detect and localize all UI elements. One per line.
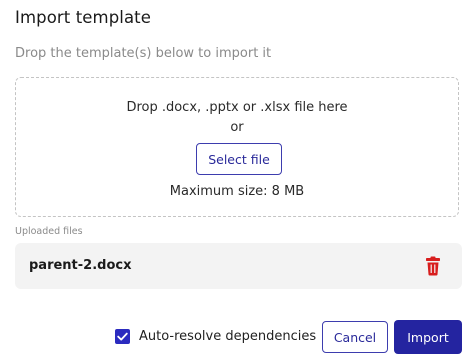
dropzone-or-text: or bbox=[230, 120, 244, 135]
file-name: parent-2.docx bbox=[29, 258, 132, 273]
import-button[interactable]: Import bbox=[394, 320, 462, 354]
dropzone-instruction: Drop .docx, .pptx or .xlsx file here bbox=[126, 100, 348, 115]
trash-icon[interactable] bbox=[424, 256, 442, 276]
cancel-button[interactable]: Cancel bbox=[322, 321, 388, 353]
max-size-text: Maximum size: 8 MB bbox=[169, 184, 305, 199]
dialog-title: Import template bbox=[15, 8, 151, 27]
checkmark-icon bbox=[117, 332, 128, 341]
auto-resolve-label[interactable]: Auto-resolve dependencies bbox=[139, 329, 316, 344]
uploaded-files-label: Uploaded files bbox=[15, 226, 83, 237]
dialog-subtitle: Drop the template(s) below to import it bbox=[15, 46, 272, 61]
auto-resolve-checkbox[interactable] bbox=[115, 329, 130, 344]
select-file-button[interactable]: Select file bbox=[196, 143, 282, 175]
file-dropzone[interactable]: Drop .docx, .pptx or .xlsx file here or … bbox=[15, 77, 459, 217]
uploaded-file-row: parent-2.docx bbox=[15, 243, 462, 289]
